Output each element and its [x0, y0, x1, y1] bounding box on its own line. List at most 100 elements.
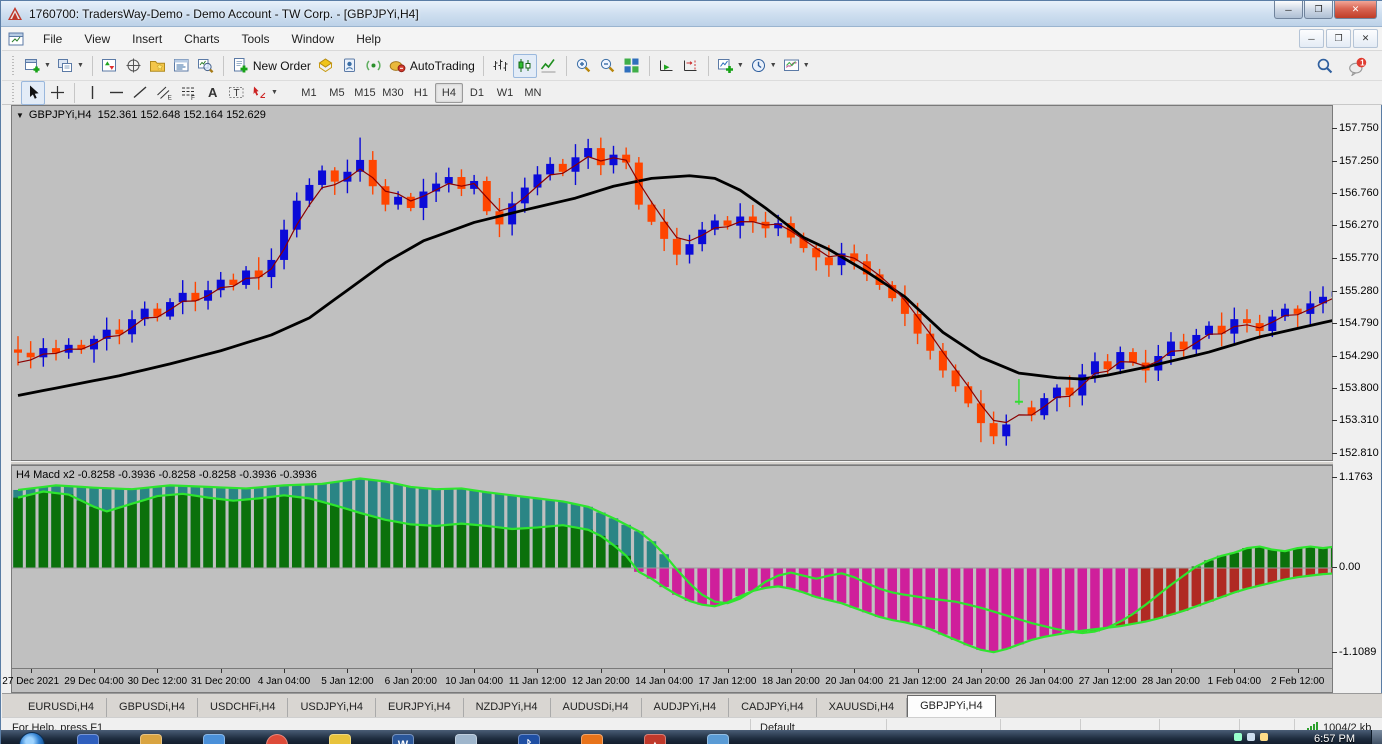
templates-button[interactable]: ▼	[780, 54, 813, 78]
taskbar-icon-messenger[interactable]	[325, 732, 355, 744]
taskbar-icon-calculator[interactable]	[73, 732, 103, 744]
start-button[interactable]	[19, 732, 45, 744]
taskbar-clock[interactable]: 6:57 PM	[1314, 733, 1355, 744]
taskbar-icon-chrome[interactable]	[262, 732, 292, 744]
autotrading-button[interactable]: AutoTrading	[386, 54, 478, 78]
timeframe-h1[interactable]: H1	[407, 83, 435, 103]
timeframe-mn[interactable]: MN	[519, 83, 547, 103]
child-close-button[interactable]: ✕	[1353, 29, 1378, 48]
notifications-button[interactable]: 1	[1345, 54, 1370, 78]
dropdown-arrow-icon[interactable]: ▼	[803, 62, 810, 69]
signals-button[interactable]	[362, 54, 386, 78]
chart-tab-audusdi[interactable]: AUDUSDi,H4	[551, 698, 642, 717]
toolbar-grip[interactable]	[12, 56, 17, 76]
market-watch-button[interactable]	[98, 54, 122, 78]
chart-bars-button[interactable]	[489, 54, 513, 78]
menu-help[interactable]: Help	[345, 28, 392, 50]
dropdown-arrow-icon[interactable]: ▼	[77, 62, 84, 69]
periods-button[interactable]: ▼	[747, 54, 780, 78]
dropdown-arrow-icon[interactable]: ▼	[770, 62, 777, 69]
timeframe-m15[interactable]: M15	[351, 83, 379, 103]
profiles-button[interactable]: ▼	[54, 54, 87, 78]
strategy-tester-button[interactable]	[194, 54, 218, 78]
macd-indicator-panel[interactable]: H4 Macd x2 -0.8258 -0.3936 -0.8258 -0.82…	[11, 465, 1333, 669]
time-tick-label: 12 Jan 20:00	[572, 676, 630, 687]
dropdown-arrow-icon[interactable]: ▼	[737, 62, 744, 69]
indicators-button[interactable]: ▼	[714, 54, 747, 78]
cursor-button[interactable]	[21, 81, 45, 105]
timeframe-m30[interactable]: M30	[379, 83, 407, 103]
taskbar-icon-bluetooth[interactable]: ᛒ	[514, 732, 544, 744]
navigator-button[interactable]	[146, 54, 170, 78]
time-tick-label: 10 Jan 04:00	[445, 676, 503, 687]
dropdown-arrow-icon[interactable]: ▼	[44, 62, 51, 69]
dropdown-arrow-icon[interactable]: ▼	[271, 89, 278, 96]
chart-tab-xauusdi[interactable]: XAUUSDi,H4	[817, 698, 907, 717]
title-bar[interactable]: 1760700: TradersWay-Demo - Demo Account …	[1, 1, 1382, 27]
terminal-button[interactable]	[170, 54, 194, 78]
text-label-button[interactable]: T	[224, 81, 248, 105]
chevron-down-icon[interactable]: ▼	[16, 111, 24, 120]
text-button[interactable]: A	[200, 81, 224, 105]
timeframe-m5[interactable]: M5	[323, 83, 351, 103]
zoom-out-button[interactable]	[596, 54, 620, 78]
system-tray[interactable]	[1234, 733, 1273, 741]
timeframe-w1[interactable]: W1	[491, 83, 519, 103]
data-window-button[interactable]	[122, 54, 146, 78]
chart-tab-audjpyi[interactable]: AUDJPYi,H4	[642, 698, 730, 717]
menu-window[interactable]: Window	[281, 28, 346, 50]
time-axis[interactable]: 27 Dec 202129 Dec 04:0030 Dec 12:0031 De…	[11, 669, 1333, 693]
fibonacci-button[interactable]: F	[176, 81, 200, 105]
menu-view[interactable]: View	[73, 28, 121, 50]
child-restore-button[interactable]: ❐	[1326, 29, 1351, 48]
new-chart-button[interactable]: ▼	[21, 54, 54, 78]
equidistant-channel-button[interactable]: E	[152, 81, 176, 105]
chart-tab-eurjpyi[interactable]: EURJPYi,H4	[376, 698, 464, 717]
chart-shift-button[interactable]	[679, 54, 703, 78]
taskbar-icon-photo-viewer[interactable]	[703, 732, 733, 744]
chart-candlesticks-button[interactable]	[513, 54, 537, 78]
auto-scroll-button[interactable]	[655, 54, 679, 78]
taskbar-icon-notepad[interactable]	[451, 732, 481, 744]
zoom-in-button[interactable]	[572, 54, 596, 78]
show-desktop-button[interactable]	[1371, 730, 1382, 744]
chart-tab-gbpusdi[interactable]: GBPUSDi,H4	[107, 698, 198, 717]
menu-insert[interactable]: Insert	[121, 28, 173, 50]
menu-tools[interactable]: Tools	[231, 28, 281, 50]
child-minimize-button[interactable]: ─	[1299, 29, 1324, 48]
chart-tab-usdjpyi[interactable]: USDJPYi,H4	[288, 698, 376, 717]
new-order-button[interactable]: New Order	[229, 54, 314, 78]
taskbar-icon-vlc[interactable]	[577, 732, 607, 744]
toolbar-grip[interactable]	[12, 83, 17, 103]
search-button[interactable]	[1313, 54, 1337, 78]
timeframe-d1[interactable]: D1	[463, 83, 491, 103]
taskbar-icon-metatrader[interactable]: ▲	[640, 732, 670, 744]
maximize-button[interactable]: ❐	[1304, 1, 1333, 19]
vertical-line-button[interactable]	[80, 81, 104, 105]
taskbar-icon-explorer[interactable]	[136, 732, 166, 744]
taskbar-icon-photos[interactable]	[199, 732, 229, 744]
chart-tab-cadjpyi[interactable]: CADJPYi,H4	[729, 698, 817, 717]
price-axis[interactable]: 157.750157.250156.760156.270155.770155.2…	[1335, 105, 1382, 693]
chart-tab-nzdjpyi[interactable]: NZDJPYi,H4	[464, 698, 551, 717]
macd-label: H4 Macd x2 -0.8258 -0.3936 -0.8258 -0.82…	[16, 469, 317, 481]
minimize-button[interactable]: ─	[1274, 1, 1303, 19]
menu-charts[interactable]: Charts	[173, 28, 230, 50]
chart-tab-usdchfi[interactable]: USDCHFi,H4	[198, 698, 288, 717]
timeframe-m1[interactable]: M1	[295, 83, 323, 103]
tile-windows-button[interactable]	[620, 54, 644, 78]
metaeditor-button[interactable]	[314, 54, 338, 78]
trendline-button[interactable]	[128, 81, 152, 105]
chart-tab-eurusdi[interactable]: EURUSDi,H4	[16, 698, 107, 717]
timeframe-h4[interactable]: H4	[435, 83, 463, 103]
menu-file[interactable]: File	[32, 28, 73, 50]
close-button[interactable]: ✕	[1334, 1, 1377, 19]
experts-button[interactable]	[338, 54, 362, 78]
chart-tab-gbpjpyi[interactable]: GBPJPYi,H4	[907, 695, 996, 717]
taskbar-icon-word[interactable]: W	[388, 732, 418, 744]
price-chart-panel[interactable]: ▼ GBPJPYi,H4 152.361 152.648 152.164 152…	[11, 105, 1333, 461]
crosshair-button[interactable]	[45, 81, 69, 105]
arrows-button[interactable]: ▼	[248, 81, 281, 105]
horizontal-line-button[interactable]	[104, 81, 128, 105]
chart-line-button[interactable]	[537, 54, 561, 78]
